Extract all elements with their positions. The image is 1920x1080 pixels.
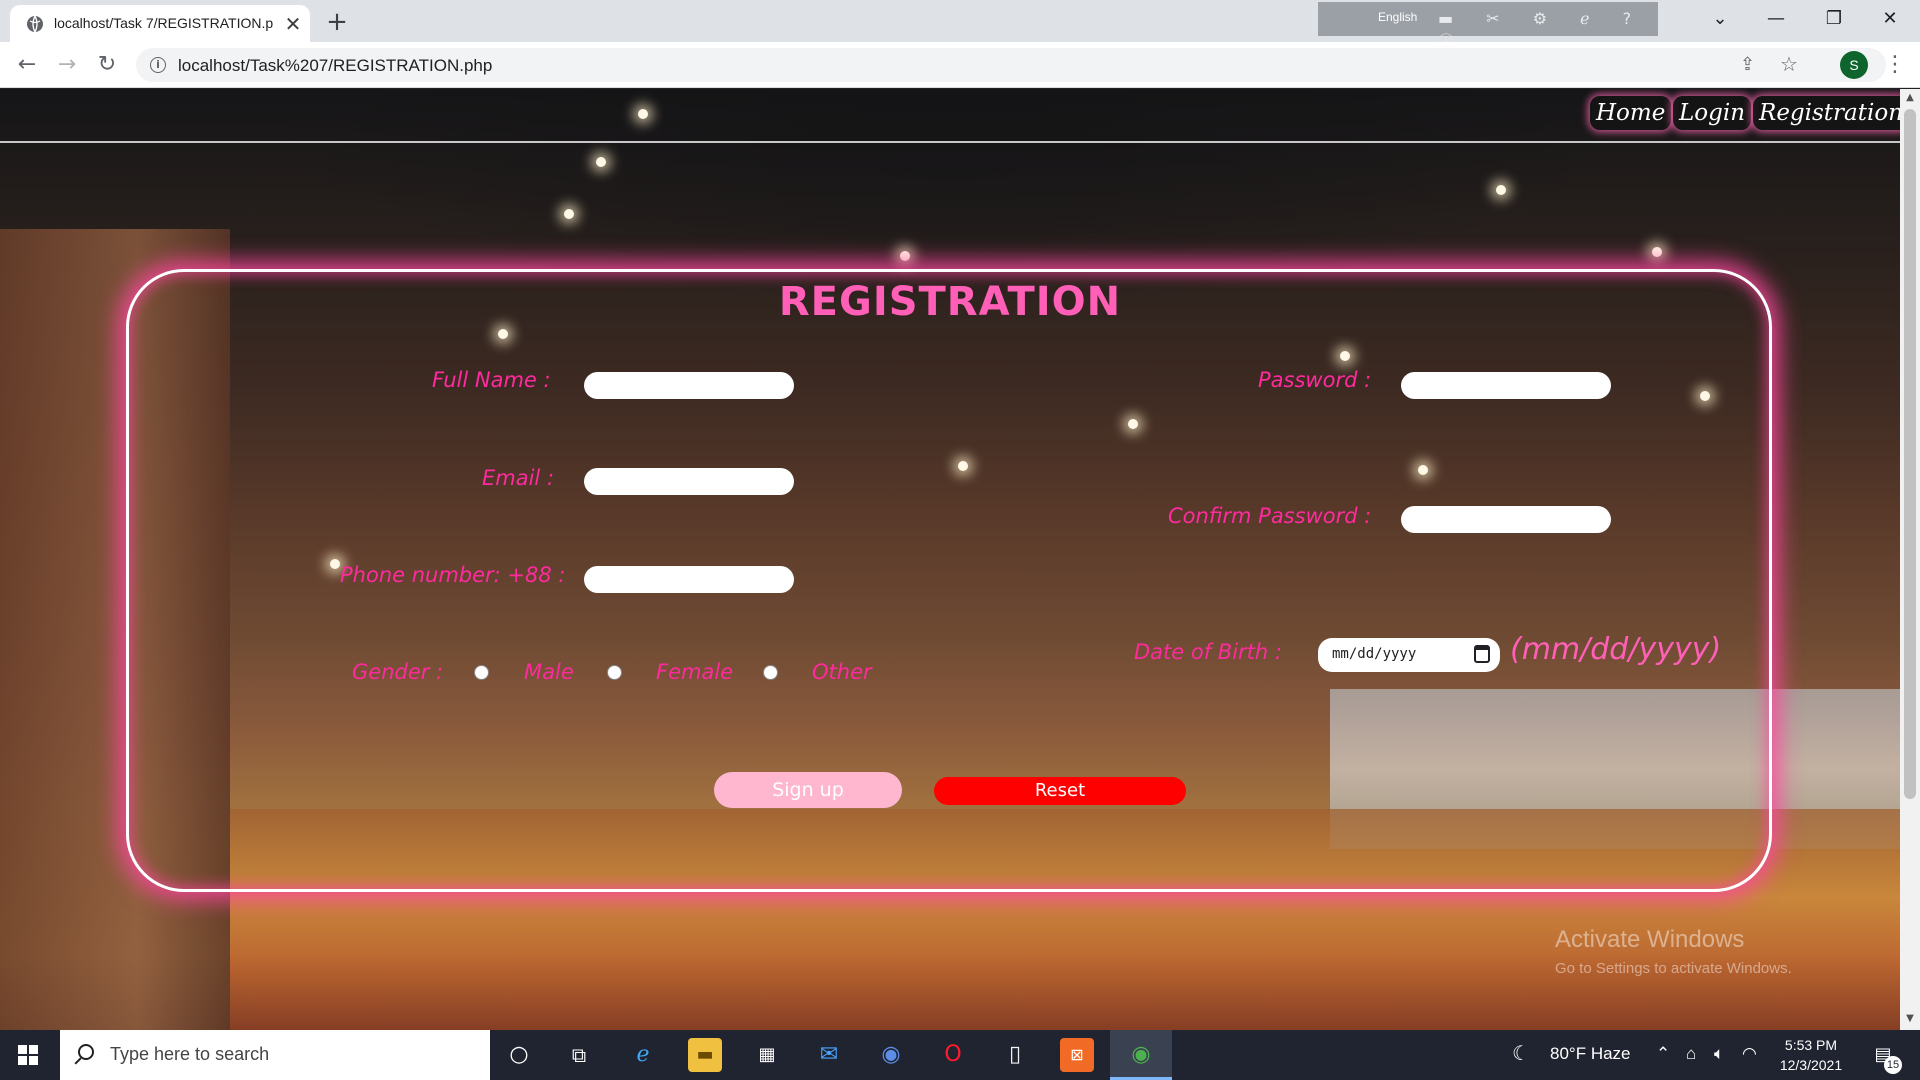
tray-chevron-icon[interactable]: ⌃ [1656,1044,1670,1064]
notification-badge: 15 [1884,1056,1902,1074]
restore-icon[interactable]: ❐ [1814,4,1854,34]
nav-home-link[interactable]: Home [1590,96,1672,130]
scroll-up-icon[interactable]: ▲ [1904,92,1916,104]
ceiling-light [596,157,606,167]
phone-label: Phone number: +88 : [340,563,566,587]
windows-logo-icon [18,1045,27,1054]
clock[interactable]: 5:53 PM 12/3/2021 [1766,1035,1856,1075]
reset-button[interactable]: Reset [934,777,1186,805]
microsoft-store-icon[interactable]: ▦ [750,1038,784,1072]
edge-icon[interactable]: ℯ [626,1038,660,1072]
search-placeholder: Type here to search [110,1044,270,1064]
gender-male-label: Male [524,660,574,684]
ceiling-light [1652,247,1662,257]
network-icon[interactable]: ⌂ [1686,1044,1696,1064]
wifi-icon[interactable]: ◠ [1742,1044,1757,1064]
language-label: English [1378,10,1418,24]
scroll-thumb[interactable] [1904,109,1916,799]
activate-windows-subtitle: Go to Settings to activate Windows. [1555,960,1792,977]
dob-label: Date of Birth : [1134,640,1282,664]
tab-strip: localhost/Task 7/REGISTRATION.p ✕ + Engl… [0,0,1920,51]
activate-windows-title: Activate Windows [1555,926,1745,953]
address-bar[interactable]: i localhost/Task%207/REGISTRATION.php ⇪ … [136,48,1886,82]
search-icon [78,1044,94,1060]
minimize-icon[interactable]: — [1756,4,1796,34]
signup-button[interactable]: Sign up [714,772,902,808]
opera-icon[interactable]: O [936,1038,970,1072]
chrome-icon: ◉ [1131,1042,1151,1067]
xampp-icon[interactable]: ⊠ [1060,1038,1094,1072]
scroll-down-icon[interactable]: ▼ [1904,1013,1916,1025]
weather-icon: ☾ [1512,1043,1530,1065]
ceiling-light [564,209,574,219]
notepad-icon[interactable]: ▯ [998,1038,1032,1072]
bookmark-star-icon[interactable]: ☆ [1780,52,1798,76]
site-nav: Home Login Registration [0,89,1900,143]
ceiling-light [900,251,910,261]
browser-tab[interactable]: localhost/Task 7/REGISTRATION.p ✕ [10,5,310,42]
profile-avatar[interactable]: S [1840,51,1868,79]
windows-logo-icon [18,1056,27,1065]
mail-icon[interactable]: ✉ [812,1038,846,1072]
language-bar[interactable]: English ▬ ✂ ⚙ ℯ ? ⓘ [1318,2,1658,51]
dob-placeholder: mm/dd/yyyy [1332,646,1417,662]
cortana-icon[interactable]: ○ [502,1038,536,1072]
url-text[interactable]: localhost/Task%207/REGISTRATION.php [178,56,492,76]
password-input[interactable] [1401,372,1611,399]
chrome-taskbar-item[interactable]: ◉ [1110,1030,1172,1080]
forward-icon[interactable]: → [52,50,82,80]
tab-search-icon[interactable]: ⌄ [1700,4,1740,34]
gender-other-label: Other [812,660,872,684]
windows-logo-icon [29,1045,38,1054]
reload-icon[interactable]: ↻ [92,50,122,80]
site-info-icon[interactable]: i [150,57,166,73]
back-icon[interactable]: ← [12,50,42,80]
page-scrollbar[interactable]: ▲ ▼ [1900,89,1920,1030]
calendar-icon[interactable] [1474,645,1490,663]
task-view-icon[interactable]: ⧉ [562,1038,596,1072]
gender-female-label: Female [656,660,734,684]
close-tab-icon[interactable]: ✕ [282,13,304,35]
gender-label: Gender : [352,660,444,684]
clock-date: 12/3/2021 [1779,1057,1843,1073]
gender-other-radio[interactable] [763,665,778,680]
dob-date-input[interactable]: mm/dd/yyyy [1318,638,1500,672]
confirm-password-label: Confirm Password : [1168,504,1372,528]
globe-icon [27,15,43,33]
new-tab-button[interactable]: + [322,8,352,38]
confirm-password-input[interactable] [1401,506,1611,533]
volume-icon[interactable]: 🔈︎ [1714,1044,1724,1064]
weather-text[interactable]: 80°F Haze [1550,1044,1631,1064]
file-explorer-icon[interactable]: ▬ [688,1038,722,1072]
email-label: Email : [482,466,555,490]
nav-registration-link[interactable]: Registration [1753,96,1900,130]
taskbar: Type here to search ○ ⧉ ℯ ▬ ▦ ✉ ◉ O ▯ ⊠ … [0,1030,1920,1080]
close-window-icon[interactable]: ✕ [1870,4,1910,34]
clock-time: 5:53 PM [1784,1037,1838,1053]
gender-female-radio[interactable] [607,665,622,680]
taskbar-search[interactable]: Type here to search [60,1030,490,1080]
nav-login-link[interactable]: Login [1673,96,1752,130]
ceiling-light [1496,185,1506,195]
full-name-input[interactable] [584,372,794,399]
gender-male-radio[interactable] [474,665,489,680]
dob-format-hint: (mm/dd/yyyy) [1510,632,1722,667]
phone-input[interactable] [584,566,794,593]
page-title: REGISTRATION [778,279,1122,325]
password-label: Password : [1258,368,1372,392]
start-button[interactable] [0,1030,56,1080]
browser-toolbar: ← → ↻ i localhost/Task%207/REGISTRATION.… [0,42,1920,88]
share-icon[interactable]: ⇪ [1740,54,1755,75]
chromium-icon[interactable]: ◉ [874,1038,908,1072]
tab-title: localhost/Task 7/REGISTRATION.p [54,15,274,31]
email-input[interactable] [584,468,794,495]
full-name-label: Full Name : [432,368,551,392]
windows-logo-icon [29,1056,38,1065]
browser-menu-icon[interactable]: ⋮ [1880,50,1910,80]
